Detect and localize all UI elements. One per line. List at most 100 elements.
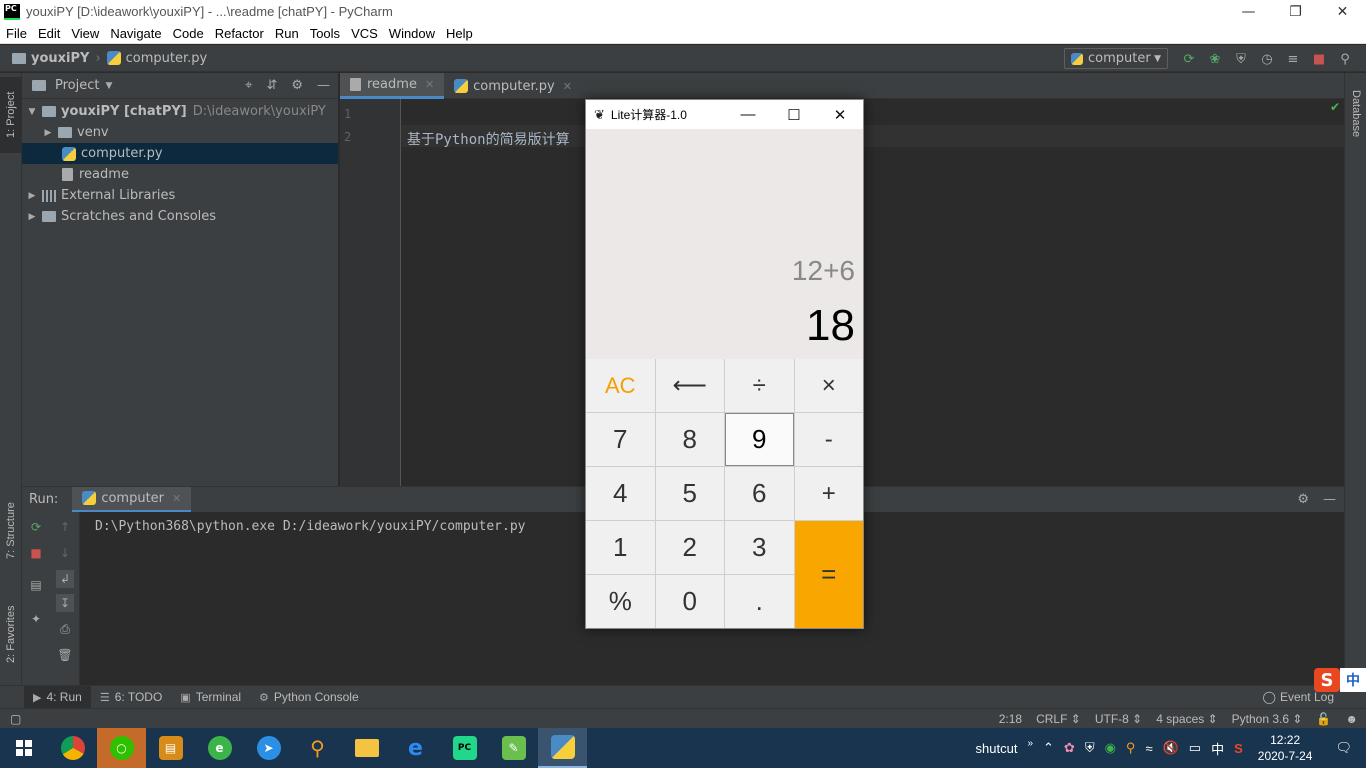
layout-icon[interactable]: ▤	[27, 576, 45, 594]
breadcrumb-file[interactable]: computer.py	[126, 51, 208, 66]
tab-python-console[interactable]: ⚙ Python Console	[250, 686, 368, 709]
calc-minimize-button[interactable]: —	[725, 100, 771, 129]
hide-icon[interactable]: —	[1323, 492, 1336, 507]
debug-icon[interactable]: ❀	[1206, 50, 1224, 68]
key-3[interactable]: 3	[725, 521, 794, 574]
menu-code[interactable]: Code	[167, 26, 209, 41]
profile-icon[interactable]: ◷	[1258, 50, 1276, 68]
collapsed-arrow-icon[interactable]: ▶	[26, 212, 38, 222]
clock[interactable]: 12:22 2020-7-24	[1258, 732, 1313, 764]
key-plus[interactable]: +	[794, 467, 863, 520]
down-arrow-icon[interactable]: ↓	[56, 544, 74, 562]
360-icon[interactable]: ◉	[1105, 740, 1116, 756]
collapsed-arrow-icon[interactable]: ▶	[26, 191, 38, 201]
taskbar-pycharm[interactable]: PC	[440, 728, 489, 768]
trash-icon[interactable]: 🗑	[56, 646, 74, 664]
tree-item-external-libraries[interactable]: ▶ External Libraries	[22, 185, 338, 206]
shield-icon[interactable]: ⛨	[1085, 740, 1095, 756]
menu-help[interactable]: Help	[440, 26, 478, 41]
tab-favorites[interactable]: 2: Favorites	[0, 591, 22, 677]
taskbar-books[interactable]: ▤	[146, 728, 195, 768]
battery-icon[interactable]: ▭	[1189, 740, 1201, 756]
caret-position[interactable]: 2:18	[999, 712, 1022, 726]
key-8[interactable]: 8	[655, 413, 724, 466]
expanded-arrow-icon[interactable]: ▼	[26, 107, 38, 117]
taskbar-feishu[interactable]: ➤	[244, 728, 293, 768]
restore-button[interactable]: ❐	[1272, 0, 1319, 23]
key-percent[interactable]: %	[586, 575, 655, 628]
ime-indicator[interactable]: 中	[1211, 739, 1224, 758]
caret-down-icon[interactable]: ▼	[105, 81, 112, 91]
key-equals[interactable]: =	[794, 521, 863, 628]
key-decimal[interactable]: .	[725, 575, 794, 628]
tree-item-computer-py[interactable]: computer.py	[22, 143, 338, 164]
tab-computer-py[interactable]: computer.py ✕	[444, 73, 582, 99]
rerun-icon[interactable]: ⟳	[27, 518, 45, 536]
tab-run[interactable]: ▶ 4: Run	[24, 685, 91, 709]
gear-icon[interactable]: ⚙	[1297, 492, 1309, 507]
panel-toggle-icon[interactable]: ▢	[10, 712, 21, 726]
close-tab-icon[interactable]: ✕	[425, 78, 434, 91]
key-0[interactable]: 0	[655, 575, 724, 628]
wifi-icon[interactable]: ≈	[1145, 741, 1152, 756]
search-icon[interactable]: ⚲	[1336, 50, 1354, 68]
taskbar-chrome[interactable]	[48, 728, 97, 768]
soft-wrap-icon[interactable]: ↲	[56, 570, 74, 588]
python-interpreter[interactable]: Python 3.6 ⇕	[1232, 712, 1303, 726]
ime-badge[interactable]: S 中	[1314, 668, 1366, 692]
indent-setting[interactable]: 4 spaces ⇕	[1156, 712, 1217, 726]
tab-project[interactable]: 1: Project	[0, 77, 22, 153]
menu-window[interactable]: Window	[383, 26, 440, 41]
line-separator[interactable]: CRLF ⇕	[1036, 712, 1081, 726]
taskbar-edge[interactable]: e	[391, 728, 440, 768]
minimize-button[interactable]: —	[1225, 0, 1272, 23]
tray-label[interactable]: shutcut	[976, 741, 1018, 756]
lock-icon[interactable]: 🔓	[1316, 712, 1331, 726]
key-7[interactable]: 7	[586, 413, 655, 466]
key-divide[interactable]: ÷	[725, 359, 794, 412]
hide-icon[interactable]: —	[317, 78, 330, 93]
calc-close-button[interactable]: ✕	[817, 100, 863, 129]
volume-mute-icon[interactable]: 🔇	[1163, 740, 1179, 756]
magnifier-icon[interactable]: ⚲	[1126, 740, 1136, 756]
collapsed-arrow-icon[interactable]: ▶	[42, 128, 54, 138]
stop-icon[interactable]: ■	[1310, 50, 1328, 68]
key-9[interactable]: 9	[725, 413, 794, 466]
close-tab-icon[interactable]: ✕	[563, 80, 572, 93]
sogou-icon[interactable]: S	[1234, 741, 1243, 756]
chevron-up-icon[interactable]: ⌃	[1043, 740, 1054, 756]
file-encoding[interactable]: UTF-8 ⇕	[1095, 712, 1142, 726]
tree-item-readme[interactable]: readme	[22, 164, 338, 185]
key-5[interactable]: 5	[655, 467, 724, 520]
taskbar-python[interactable]	[538, 728, 587, 768]
pin-icon[interactable]: ✦	[27, 610, 45, 628]
menu-vcs[interactable]: VCS	[345, 26, 383, 41]
run-tab-computer[interactable]: computer ✕	[72, 486, 192, 513]
key-clear[interactable]: AC	[586, 359, 655, 412]
inspector-icon[interactable]: ☻	[1345, 712, 1358, 726]
project-panel-title[interactable]: Project	[55, 78, 99, 93]
concurrency-icon[interactable]: ≡	[1284, 50, 1302, 68]
close-button[interactable]: ✕	[1319, 0, 1366, 23]
key-1[interactable]: 1	[586, 521, 655, 574]
collapse-icon[interactable]: ⇵	[266, 78, 277, 93]
tab-database[interactable]: Database	[1345, 79, 1366, 149]
gear-icon[interactable]: ⚙	[291, 78, 303, 93]
start-button[interactable]	[0, 728, 48, 768]
tree-item-root[interactable]: ▼ youxiPY [chatPY] D:\ideawork\youxiPY	[22, 101, 338, 122]
tab-todo[interactable]: ☰ 6: TODO	[91, 686, 171, 709]
key-backspace[interactable]: ⟵	[655, 359, 724, 412]
stop-icon[interactable]: ■	[27, 544, 45, 562]
key-6[interactable]: 6	[725, 467, 794, 520]
notification-icon[interactable]: 🗨	[1335, 740, 1352, 756]
menu-view[interactable]: View	[65, 26, 104, 41]
breadcrumb-project[interactable]: youxiPY	[31, 51, 89, 66]
tab-terminal[interactable]: ▣ Terminal	[171, 686, 250, 709]
taskbar-360-browser[interactable]: e	[195, 728, 244, 768]
double-chevron-icon[interactable]: »	[1027, 738, 1033, 749]
tree-item-venv[interactable]: ▶ venv	[22, 122, 338, 143]
taskbar-search-tool[interactable]: ⚲	[293, 728, 342, 768]
key-minus[interactable]: -	[794, 413, 863, 466]
taskbar-file-explorer[interactable]	[342, 728, 391, 768]
scroll-to-end-icon[interactable]: ↧	[56, 594, 74, 612]
